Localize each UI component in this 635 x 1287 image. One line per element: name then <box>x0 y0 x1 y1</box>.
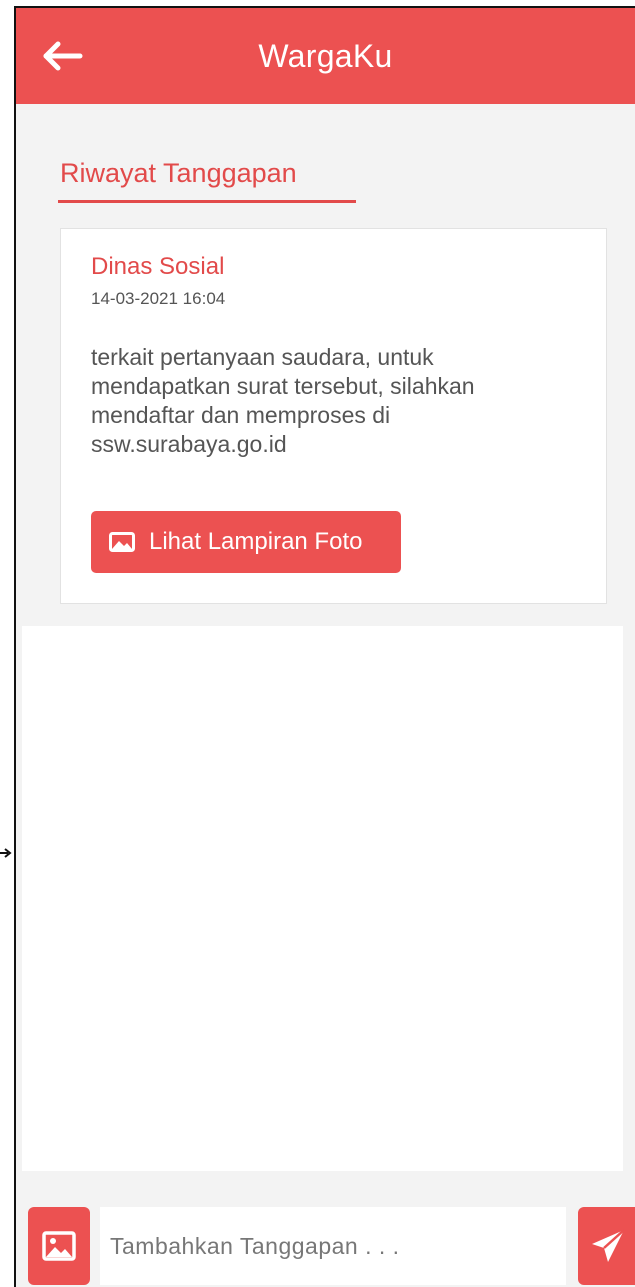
reply-composer <box>16 1193 635 1287</box>
app-window: WargaKu Riwayat Tanggapan Dinas Sosial 1… <box>14 6 635 1287</box>
image-icon <box>109 532 135 552</box>
response-card: Dinas Sosial 14-03-2021 16:04 terkait pe… <box>60 228 607 604</box>
view-attachment-label: Lihat Lampiran Foto <box>149 528 363 555</box>
section-title: Riwayat Tanggapan <box>60 158 297 188</box>
send-icon <box>592 1229 625 1262</box>
send-button[interactable] <box>578 1207 635 1285</box>
view-attachment-button[interactable]: Lihat Lampiran Foto <box>91 511 401 573</box>
image-icon <box>42 1231 76 1261</box>
response-timestamp: 14-03-2021 16:04 <box>91 289 226 308</box>
section-underline <box>58 200 356 203</box>
responder-name: Dinas Sosial <box>91 253 225 280</box>
attach-image-button[interactable] <box>28 1207 90 1285</box>
app-bar: WargaKu <box>16 8 635 104</box>
reply-input[interactable] <box>100 1207 566 1285</box>
content-area <box>22 626 623 1171</box>
pointer-arrow-icon <box>0 848 12 858</box>
app-title: WargaKu <box>258 38 393 74</box>
screen: WargaKu Riwayat Tanggapan Dinas Sosial 1… <box>0 0 635 1287</box>
response-message: terkait pertanyaan saudara, untuk mendap… <box>91 344 475 457</box>
